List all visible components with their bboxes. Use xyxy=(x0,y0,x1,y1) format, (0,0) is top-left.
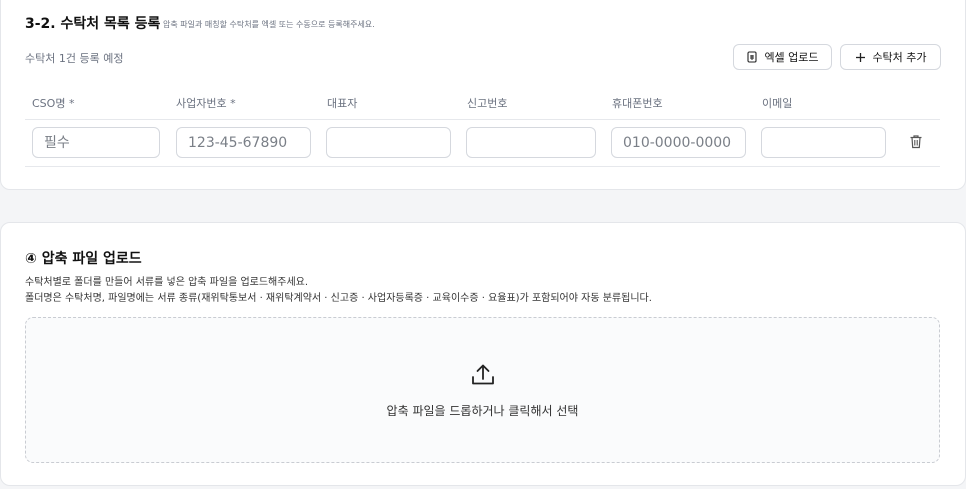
zip-section-description-line2: 폴더명은 수탁처명, 파일명에는 서류 종류(재위탁통보서 · 재위탁계약서 ·… xyxy=(25,293,652,304)
cso-count-status: 수탁처 1건 등록 예정 xyxy=(25,52,124,65)
column-header-report-no: 신고번호 xyxy=(467,97,508,110)
cso-name-input[interactable] xyxy=(32,127,160,158)
report-no-input[interactable] xyxy=(466,127,596,158)
trash-icon xyxy=(909,134,923,153)
cso-section-description: 압축 파일과 매칭할 수탁처를 엑셀 또는 수동으로 등록해주세요. xyxy=(163,20,375,29)
column-header-mobile: 휴대폰번호 xyxy=(612,97,663,110)
mobile-input[interactable] xyxy=(611,127,746,158)
representative-input[interactable] xyxy=(326,127,451,158)
table-header-divider xyxy=(25,119,940,120)
column-header-email: 이메일 xyxy=(762,97,793,110)
add-cso-label: 수탁처 추가 xyxy=(872,51,927,64)
spreadsheet-file-icon xyxy=(746,51,758,63)
dropzone-text: 압축 파일을 드롭하거나 클릭해서 선택 xyxy=(386,403,579,418)
zip-section-title: ④ 압축 파일 업로드 xyxy=(25,251,142,267)
business-no-input[interactable] xyxy=(176,127,311,158)
column-header-representative: 대표자 xyxy=(327,97,358,110)
column-header-business-no: 사업자번호 * xyxy=(176,97,236,110)
delete-row-button[interactable] xyxy=(907,134,925,152)
zip-dropzone[interactable]: 압축 파일을 드롭하거나 클릭해서 선택 xyxy=(25,317,940,463)
upload-icon xyxy=(470,362,496,392)
excel-upload-label: 엑셀 업로드 xyxy=(764,51,819,64)
excel-upload-button[interactable]: 엑셀 업로드 xyxy=(733,44,832,70)
cso-section-title: 3-2. 수탁처 목록 등록 xyxy=(25,16,161,32)
table-row-divider xyxy=(25,166,940,167)
zip-section-description-line1: 수탁처별로 폴더를 만들어 서류를 넣은 압축 파일을 업로드해주세요. xyxy=(25,277,309,288)
column-header-cso-name: CSO명 * xyxy=(32,97,75,110)
add-cso-button[interactable]: 수탁처 추가 xyxy=(840,44,941,70)
email-input[interactable] xyxy=(761,127,886,158)
plus-icon xyxy=(854,51,866,63)
